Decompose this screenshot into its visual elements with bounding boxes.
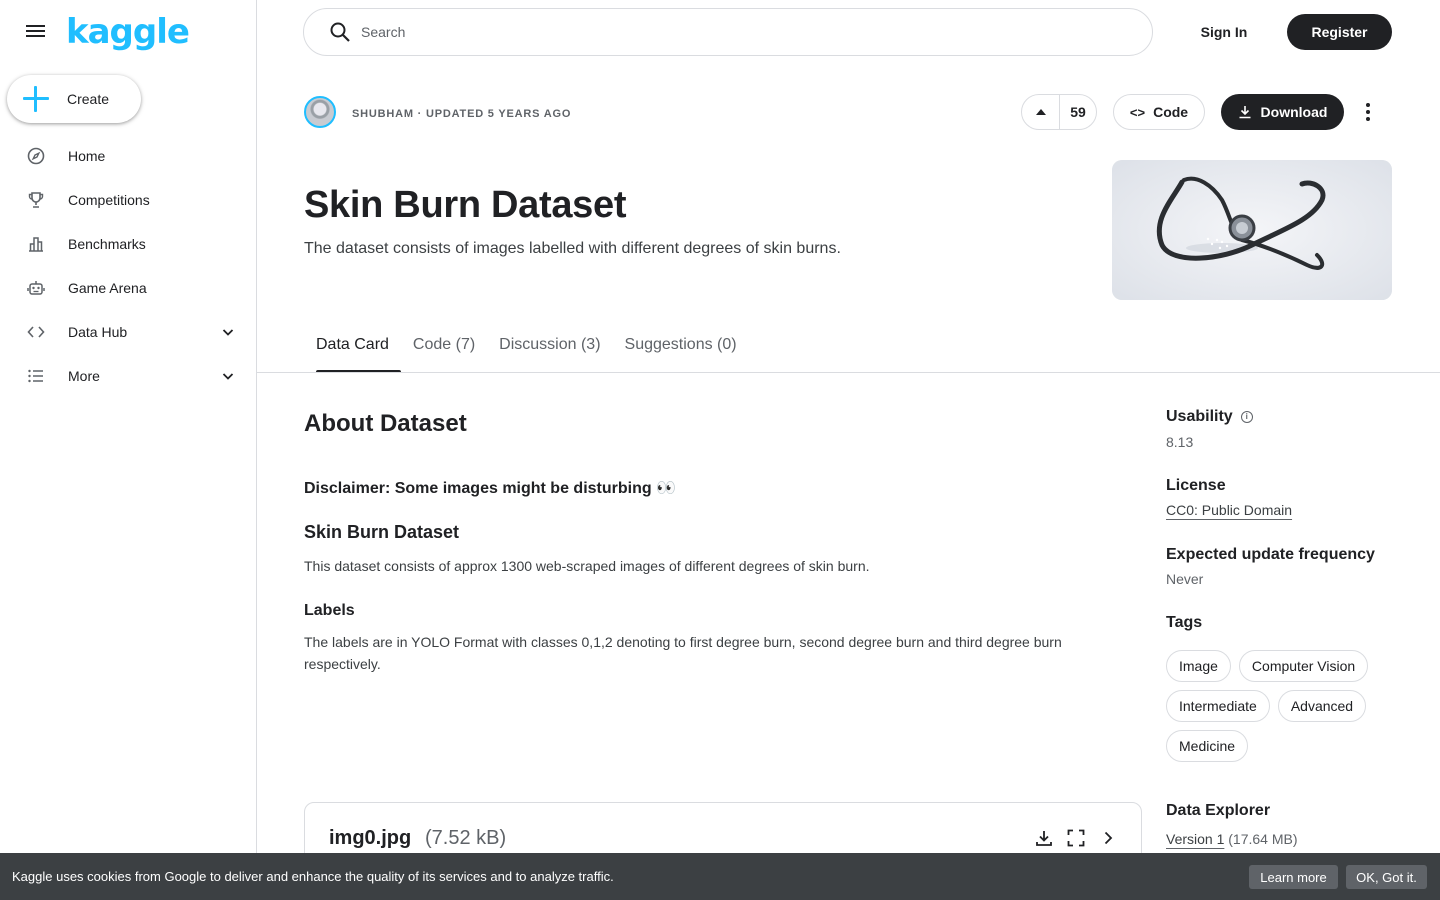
page-subtitle: The dataset consists of images labelled …: [304, 240, 841, 257]
list-icon: [26, 366, 46, 386]
sidebar-item-label: More: [68, 368, 100, 384]
download-icon: [1239, 106, 1251, 119]
sidebar-item-game-arena[interactable]: Game Arena: [0, 266, 256, 310]
menu-icon[interactable]: [24, 22, 48, 42]
update-frequency-value: Never: [1166, 571, 1204, 587]
register-button[interactable]: Register: [1287, 14, 1392, 50]
avatar[interactable]: [304, 96, 336, 128]
search-icon: [330, 22, 350, 42]
sidebar-item-home[interactable]: Home: [0, 134, 256, 178]
tag-chip[interactable]: Advanced: [1277, 690, 1367, 722]
usability-label: Usability: [1166, 408, 1233, 425]
dataset-cover-image: [1112, 160, 1392, 300]
labels-heading: Labels: [304, 602, 355, 619]
download-icon[interactable]: [1033, 827, 1055, 849]
tag-list: Image Computer Vision Intermediate Advan…: [1166, 650, 1392, 762]
sidebar-item-more[interactable]: More: [0, 354, 256, 398]
tag-chip[interactable]: Computer Vision: [1238, 650, 1369, 682]
tab-bar: Data Card Code (7) Discussion (3) Sugges…: [304, 336, 749, 373]
search-bar[interactable]: [303, 8, 1153, 56]
code-button[interactable]: <> Code: [1113, 94, 1205, 130]
version-link[interactable]: Version 1: [1166, 831, 1224, 847]
dataset-meta: SHUBHAM · UPDATED 5 YEARS AGO: [352, 108, 572, 120]
sign-in-button[interactable]: Sign In: [1190, 14, 1258, 50]
sidebar-item-label: Home: [68, 148, 106, 164]
code-icon: <>: [1129, 104, 1146, 120]
download-button[interactable]: Download: [1221, 94, 1344, 130]
page-title: Skin Burn Dataset: [304, 184, 627, 226]
ok-got-it-button[interactable]: OK, Got it.: [1346, 865, 1427, 889]
chevron-down-icon[interactable]: [220, 368, 236, 384]
upvote-button[interactable]: [1022, 95, 1060, 129]
tag-chip[interactable]: Image: [1166, 650, 1231, 682]
labels-paragraph: The labels are in YOLO Format with class…: [304, 634, 1062, 672]
create-label: Create: [67, 91, 110, 107]
cookie-banner: Kaggle uses cookies from Google to deliv…: [0, 853, 1440, 900]
license-section: CC0: Public Domain: [1166, 502, 1292, 518]
tab-discussion[interactable]: Discussion (3): [487, 336, 612, 372]
tag-chip[interactable]: Intermediate: [1166, 690, 1270, 722]
section-heading: Skin Burn Dataset: [304, 522, 460, 542]
sidebar-item-label: Competitions: [68, 192, 150, 208]
trophy-icon: [26, 190, 46, 210]
bar-chart-icon: [26, 234, 46, 254]
compass-icon: [26, 146, 46, 166]
license-link[interactable]: CC0: Public Domain: [1166, 502, 1292, 518]
sidebar-item-data-hub[interactable]: Data Hub: [0, 310, 256, 354]
usability-value: 8.13: [1166, 434, 1194, 450]
more-options-icon[interactable]: [1356, 100, 1380, 124]
chevron-down-icon[interactable]: [220, 324, 236, 340]
kaggle-logo[interactable]: kaggle: [66, 12, 190, 52]
data-explorer-version: Version 1 (17.64 MB): [1166, 831, 1298, 847]
divider: [257, 372, 1440, 373]
vote-count: 59: [1070, 104, 1086, 120]
cookie-text: Kaggle uses cookies from Google to deliv…: [12, 869, 614, 884]
sidebar-item-label: Data Hub: [68, 324, 128, 340]
upvote-control: 59: [1021, 94, 1097, 130]
sidebar: kaggle Create Home Competitions Benchmar…: [0, 0, 257, 900]
robot-icon: [26, 278, 46, 298]
update-frequency-label: Expected update frequency: [1166, 546, 1375, 563]
about-heading: About Dataset: [304, 410, 467, 437]
sidebar-item-competitions[interactable]: Competitions: [0, 178, 256, 222]
tag-chip[interactable]: Medicine: [1166, 730, 1249, 762]
file-size: (7.52 kB): [425, 827, 507, 849]
search-input[interactable]: [361, 24, 1121, 40]
sidebar-item-label: Game Arena: [68, 280, 147, 296]
chevron-right-icon[interactable]: [1097, 827, 1119, 849]
learn-more-button[interactable]: Learn more: [1249, 865, 1338, 889]
file-name: img0.jpg: [329, 827, 412, 849]
code-brackets-icon: [26, 322, 46, 342]
stethoscope-image: [1112, 160, 1392, 300]
tab-suggestions[interactable]: Suggestions (0): [613, 336, 749, 372]
fullscreen-icon[interactable]: [1065, 827, 1087, 849]
create-button[interactable]: Create: [7, 75, 141, 123]
info-icon[interactable]: i: [1240, 411, 1253, 423]
data-explorer-label: Data Explorer: [1166, 802, 1271, 819]
tab-data-card[interactable]: Data Card: [304, 336, 401, 373]
tags-label: Tags: [1166, 614, 1203, 631]
disclaimer-text: Disclaimer: Some images might be disturb…: [304, 480, 676, 497]
sidebar-item-benchmarks[interactable]: Benchmarks: [0, 222, 256, 266]
plus-icon: [23, 86, 49, 112]
sidebar-nav: Home Competitions Benchmarks Game Arena …: [0, 134, 256, 398]
tab-code[interactable]: Code (7): [401, 336, 487, 372]
license-label: License: [1166, 477, 1226, 494]
code-button-label: Code: [1153, 104, 1189, 120]
sidebar-item-label: Benchmarks: [68, 236, 146, 252]
description-paragraph: This dataset consists of approx 1300 web…: [304, 558, 870, 574]
usability-section: Usability i: [1166, 408, 1253, 426]
download-button-label: Download: [1260, 104, 1328, 120]
version-size: (17.64 MB): [1228, 831, 1298, 847]
file-actions: [1033, 827, 1119, 849]
